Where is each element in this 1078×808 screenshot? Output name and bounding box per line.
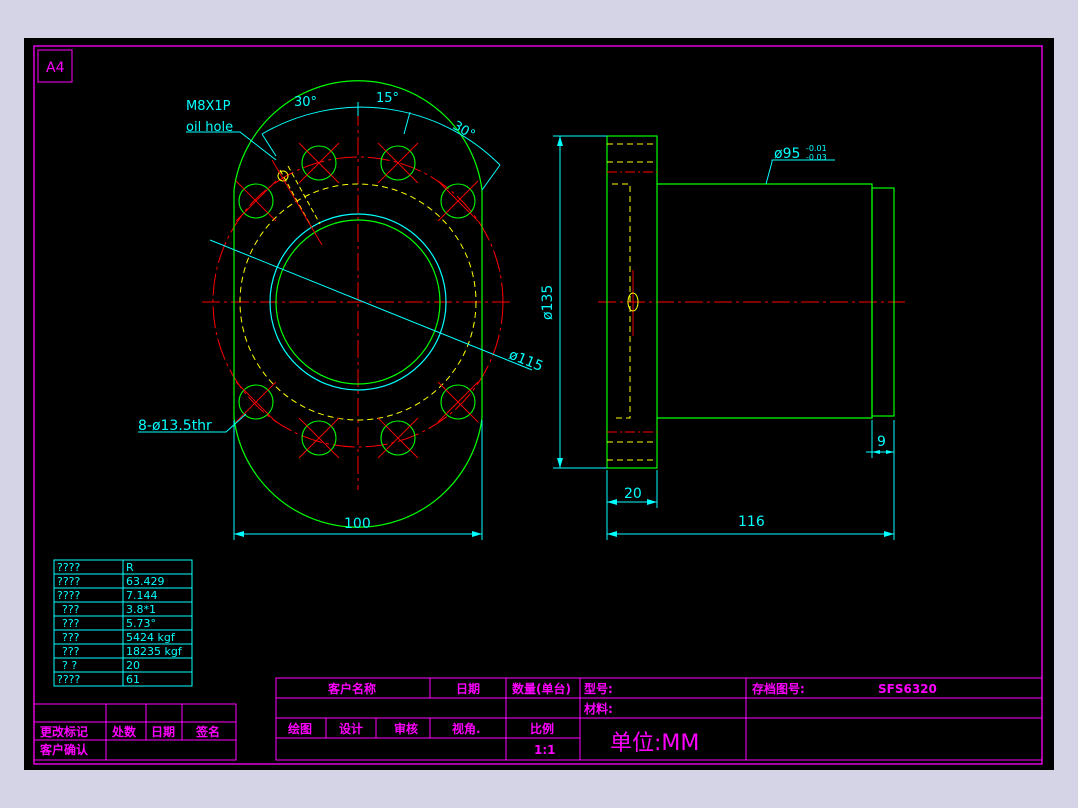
revision-block: 更改标记 处数 日期 签名 客户确认 [33,703,237,761]
param-label: ? ? [62,659,77,672]
review-label: 审核 [394,721,418,736]
sign-label: 签名 [195,724,220,739]
param-label: ???? [57,561,81,574]
param-value: 63.429 [126,575,165,588]
scale-label: 比例 [530,721,554,736]
oil-hole [277,165,321,229]
angle-top-label: 15° [376,91,399,106]
quantity-label: 数量(单台) [512,681,571,696]
param-label: ??? [62,631,80,644]
length-label: 116 [738,514,765,530]
end-step-label: 9 [877,434,886,450]
view-angle-label: 视角. [452,721,481,736]
side-view [553,135,905,540]
param-label: ??? [62,603,80,616]
drawing-sheet: A4 M8X1P oil hole 30° 15° 30° ø115 8-ø13… [33,45,1043,765]
angle-left-label: 30° [294,95,317,110]
param-label: ???? [57,673,81,686]
count-label: 处数 [111,724,137,739]
archive-no-label: 存档图号: [751,681,805,696]
angle-right-label: 30° [450,118,477,143]
shank-dia-label: ø95 [774,146,800,162]
param-value: 18235 kgf [126,645,183,658]
material-label: 材料: [583,701,613,716]
customer-confirm-label: 客户确认 [39,742,89,757]
param-value: 61 [126,673,140,686]
bolt-hole-label: 8-ø13.5thr [138,418,212,434]
customer-name-label: 客户名称 [327,681,376,696]
pcd-label: ø115 [507,347,546,375]
shank-tol-lower: -0.03 [806,153,827,162]
size-label: A4 [46,60,65,76]
shank-tol-upper: -0.01 [806,144,827,153]
drawn-label: 绘图 [288,721,312,736]
model-label: 型号: [584,681,613,696]
param-label: ???? [57,589,81,602]
param-value: 7.144 [126,589,158,602]
param-value: 3.8*1 [126,603,156,616]
width-label: 100 [344,516,371,532]
param-label: ??? [62,645,80,658]
param-value: 5.73° [126,617,156,630]
param-label: ??? [62,617,80,630]
param-label: ???? [57,575,81,588]
design-label: 设计 [339,721,363,736]
param-value: 20 [126,659,140,672]
title-block: 客户名称 日期 数量(单台) 型号: 存档图号: SFS6320 材料: 绘图 … [275,677,1043,761]
sheet-border [33,45,1043,765]
cad-viewport[interactable]: A4 M8X1P oil hole 30° 15° 30° ø115 8-ø13… [24,38,1054,770]
param-value: 5424 kgf [126,631,176,644]
flange-dia-label: ø135 [540,285,556,320]
unit-label: 单位:MM [610,731,699,756]
oil-hole-note: oil hole [186,120,233,135]
scale-value: 1:1 [534,743,556,757]
front-view [138,80,533,540]
rev-date-label: 日期 [151,724,175,739]
drawing-number: SFS6320 [878,682,937,696]
tb-date-label: 日期 [456,681,480,696]
param-value: R [126,561,134,574]
param-table: ???? R ???? 63.429 ???? 7.144 ??? 3.8*1 … [53,559,193,687]
oil-hole-thread-note: M8X1P [186,99,231,114]
change-mark-label: 更改标记 [40,724,88,739]
flange-thickness-label: 20 [624,486,642,502]
